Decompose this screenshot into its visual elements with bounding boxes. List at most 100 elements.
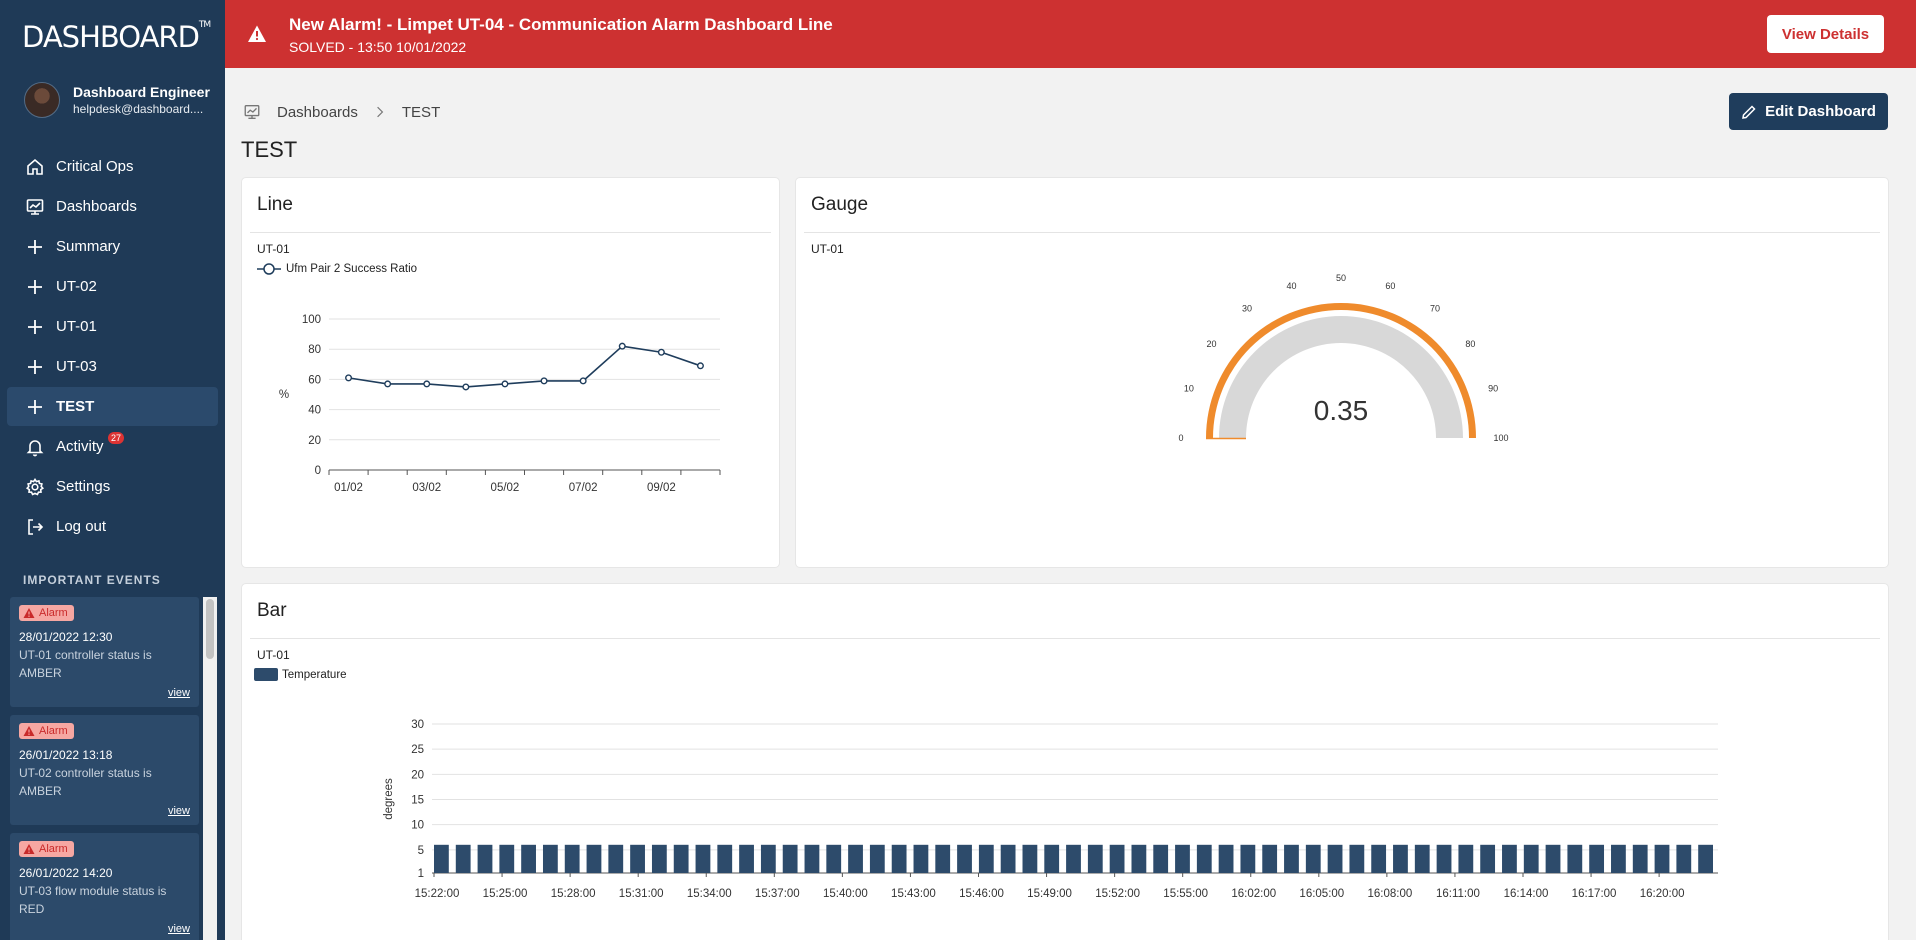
x-tick-label: 15:43:00 (891, 888, 936, 900)
bar (1698, 844, 1713, 873)
gauge-chart: 0 10 20 30 40 50 60 70 80 90 100 0.35 (1178, 273, 1508, 443)
dashboard-icon (243, 103, 261, 121)
bar (1022, 844, 1038, 873)
sidebar-item-label: UT-02 (56, 278, 97, 295)
x-tick-label: 16:08:00 (1367, 888, 1412, 900)
warning-icon (23, 726, 35, 736)
x-tick-label: 03/02 (412, 482, 441, 494)
page-title: TEST (241, 137, 298, 162)
bar (608, 844, 624, 873)
y-tick-label: 0 (315, 465, 321, 477)
bar (848, 844, 863, 873)
sidebar-item-ut-03[interactable]: UT-03 (7, 347, 218, 386)
sidebar-item-ut-02[interactable]: UT-02 (7, 267, 218, 306)
plus-icon (25, 357, 45, 377)
data-point (501, 380, 509, 388)
x-tick-label: 15:34:00 (687, 888, 732, 900)
sidebar-item-activity[interactable]: Activity 27 (7, 427, 218, 466)
data-point (345, 374, 353, 382)
bar (739, 844, 754, 873)
bar (695, 844, 711, 873)
sidebar-item-settings[interactable]: Settings (7, 467, 218, 506)
bar (1131, 844, 1147, 873)
bar (1000, 844, 1016, 873)
events-scrollbar-thumb[interactable] (206, 599, 214, 659)
warning-icon (23, 844, 35, 854)
plus-icon (25, 237, 45, 257)
bar (782, 844, 798, 873)
bar (1305, 844, 1321, 873)
event-text: UT-01 controller status is AMBER (19, 648, 152, 680)
bar (717, 844, 733, 873)
plus-icon (25, 277, 45, 297)
bar (1393, 844, 1408, 873)
sidebar-item-label: TEST (56, 398, 95, 415)
user-profile[interactable]: Dashboard Engineer helpdesk@dashboard...… (24, 80, 220, 120)
data-point (540, 377, 548, 385)
line-chart: 0 20 40 60 80 100% 01/02 03/02 05/02 07/02 09/02 (279, 314, 721, 494)
sidebar-item-label: Log out (56, 518, 107, 535)
bar (1240, 844, 1256, 873)
gauge-value: 0.35 (1314, 395, 1369, 426)
data-point (384, 380, 392, 388)
sidebar-item-dashboards[interactable]: Dashboards (7, 187, 218, 226)
event-view-link[interactable]: view (168, 805, 190, 817)
plus-icon (25, 397, 45, 417)
bar (1545, 844, 1561, 873)
data-point (579, 377, 587, 385)
x-tick-label: 05/02 (491, 482, 520, 494)
bar (1044, 844, 1060, 873)
important-events-heading: IMPORTANT EVENTS (23, 573, 161, 587)
alarm-banner: New Alarm! - Limpet UT-04 - Communicatio… (225, 0, 1916, 68)
data-point (462, 383, 470, 391)
x-tick-label: 16:20:00 (1640, 888, 1685, 900)
bar-chart-card: Bar UT-01 Temperature 1 5 10 15 20 25 30 degree… (242, 584, 1888, 940)
y-tick-label: 30 (411, 719, 424, 731)
edit-dashboard-button[interactable]: Edit Dashboard (1729, 93, 1888, 130)
logout-icon (25, 517, 45, 537)
alarm-badge: Alarm (19, 723, 74, 739)
home-icon (25, 157, 45, 177)
bar (935, 844, 951, 873)
view-details-button[interactable]: View Details (1767, 15, 1884, 53)
x-tick-label: 16:11:00 (1436, 888, 1480, 900)
sidebar-item-log-out[interactable]: Log out (7, 507, 218, 546)
bar (434, 844, 449, 873)
breadcrumb-current: TEST (401, 103, 441, 121)
gear-icon (25, 477, 45, 497)
bar (542, 844, 558, 873)
gauge-tick-label: 80 (1465, 339, 1475, 349)
sidebar-item-summary[interactable]: Summary (7, 227, 218, 266)
x-tick-label: 15:31:00 (619, 888, 664, 900)
event-card: Alarm 26/01/2022 14:20 UT-03 flow module… (10, 833, 199, 940)
data-point (423, 380, 431, 388)
event-text: UT-03 flow module status is RED (19, 884, 167, 916)
bell-icon (25, 437, 45, 457)
x-tick-label: 16:02:00 (1231, 888, 1276, 900)
event-date: 28/01/2022 12:30 (19, 630, 113, 644)
pencil-icon (1742, 104, 1756, 119)
sidebar-item-ut-01[interactable]: UT-01 (7, 307, 218, 346)
y-tick-label: 25 (411, 744, 424, 756)
bar (891, 844, 907, 873)
logo[interactable]: DASHBOARDTM (22, 20, 211, 54)
bar (1349, 844, 1365, 873)
x-tick-label: 16:14:00 (1504, 888, 1549, 900)
sidebar-item-test[interactable]: TEST (7, 387, 218, 426)
sidebar-item-critical-ops[interactable]: Critical Ops (7, 147, 218, 186)
breadcrumb-dashboards[interactable]: Dashboards (277, 104, 358, 121)
bar (1262, 844, 1278, 873)
bar (1654, 844, 1670, 873)
gauge-tick-label: 40 (1287, 281, 1297, 291)
event-view-link[interactable]: view (168, 923, 190, 935)
bar (1109, 844, 1125, 873)
y-tick-label: 40 (308, 405, 321, 417)
bar (1371, 844, 1387, 873)
bar (1589, 844, 1605, 873)
y-tick-label: 60 (308, 374, 321, 386)
logo-trademark: TM (198, 20, 211, 30)
gauge-tick-label: 20 (1207, 339, 1217, 349)
event-view-link[interactable]: view (168, 687, 190, 699)
sidebar-item-label: Summary (56, 238, 121, 255)
x-tick-label: 09/02 (647, 482, 676, 494)
